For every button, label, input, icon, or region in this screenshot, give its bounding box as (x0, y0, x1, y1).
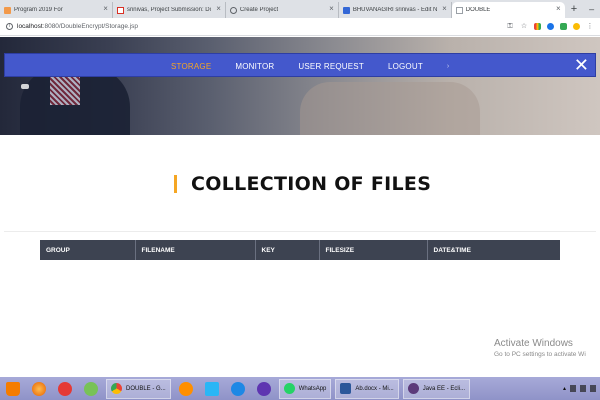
hero-shadow (300, 82, 480, 135)
nav-logout[interactable]: LOGOUT (388, 62, 423, 71)
table-header-row: GROUP FILENAME KEY FILESIZE DATE&TIME (40, 240, 560, 260)
column-header-filename: FILENAME (135, 240, 256, 260)
url-path: :8080/DoubleEncrypt/Storage.jsp (42, 23, 139, 30)
browser-tab-create-project[interactable]: Create Project × (226, 2, 339, 18)
url-host: localhost (17, 23, 43, 30)
browser-tab-edit[interactable]: BHUVANAGIRI srinivas - Edit N × (339, 2, 452, 18)
app-icon[interactable] (253, 379, 275, 399)
column-header-filesize: FILESIZE (319, 240, 428, 260)
gmail-icon (116, 6, 124, 14)
taskbar-chrome-button[interactable]: DOUBLE - G... (106, 378, 171, 399)
firefox-icon[interactable] (28, 379, 50, 399)
taskbar-eclipse-button[interactable]: Java EE - Ecli... (402, 378, 471, 399)
taskbar-button-label: WhatsApp (298, 385, 327, 392)
network-icon[interactable] (570, 385, 576, 392)
battery-icon[interactable] (580, 385, 586, 392)
android-studio-icon[interactable] (80, 379, 102, 399)
star-icon[interactable]: ☆ (520, 23, 528, 31)
page-viewport: STORAGE MONITOR USER REQUEST LOGOUT › ✕ … (0, 37, 600, 377)
column-header-group: GROUP (40, 240, 136, 260)
nav-user-request[interactable]: USER REQUEST (298, 62, 364, 71)
column-header-datetime: DATE&TIME (427, 240, 560, 260)
column-header-key: KEY (255, 240, 320, 260)
key-icon[interactable]: ⚿ (506, 23, 514, 31)
vlc-icon[interactable] (2, 379, 24, 399)
system-tray: ▴ (563, 385, 600, 392)
uc-browser-icon[interactable] (175, 379, 197, 399)
extension-icon[interactable] (547, 23, 554, 30)
watermark-subtitle: Go to PC settings to activate Wi (494, 351, 586, 358)
page-icon (455, 6, 463, 14)
browser-tab-strip: Program 2019 For × srinivas, Project Sub… (0, 0, 600, 18)
eclipse-icon (407, 383, 419, 394)
page-title: COLLECTION OF FILES (191, 173, 432, 195)
taskbar-word-button[interactable]: Ab.docx - Mi... (335, 378, 399, 399)
section-divider (4, 231, 596, 232)
blogger-icon (342, 6, 350, 14)
tab-title: Program 2019 For (14, 7, 63, 13)
address-bar[interactable]: localhost:8080/DoubleEncrypt/Storage.jsp (17, 23, 138, 30)
extension-icon[interactable] (534, 23, 541, 30)
page-heading: COLLECTION OF FILES (174, 173, 431, 195)
minimize-window-icon[interactable]: – (583, 2, 600, 18)
tab-title: DOUBLE (465, 7, 491, 13)
nav-monitor[interactable]: MONITOR (235, 62, 274, 71)
tab-title: BHUVANAGIRI srinivas - Edit N (352, 7, 437, 13)
chrome-icon (111, 383, 122, 394)
hero-tie-pattern (50, 77, 80, 105)
taskbar-button-label: DOUBLE - G... (126, 385, 166, 392)
globe-icon (229, 6, 237, 14)
extension-icon[interactable] (560, 23, 567, 30)
hero-banner (0, 37, 600, 135)
browser-toolbar: i localhost:8080/DoubleEncrypt/Storage.j… (0, 18, 600, 36)
word-icon (340, 383, 352, 394)
close-tab-icon[interactable]: × (216, 5, 221, 13)
main-navbar: STORAGE MONITOR USER REQUEST LOGOUT › ✕ (4, 53, 596, 89)
media-player-icon[interactable] (227, 379, 249, 399)
app-icon[interactable] (54, 379, 76, 399)
browser-tab-gmail[interactable]: srinivas, Project Submission: Do × (113, 2, 226, 18)
close-tab-icon[interactable]: × (103, 5, 108, 13)
tab-title: Create Project (239, 7, 279, 13)
taskbar-button-label: Java EE - Ecli... (422, 385, 466, 392)
browser-tab-double[interactable]: DOUBLE × (451, 2, 565, 18)
windows-taskbar: DOUBLE - G... WhatsApp Ab.docx - Mi... J… (0, 377, 600, 400)
nav-more-icon[interactable]: › (447, 63, 449, 70)
site-info-icon[interactable]: i (6, 23, 13, 30)
heading-accent-bar (174, 175, 177, 193)
favicon-icon (4, 6, 11, 14)
volume-icon[interactable] (590, 385, 596, 392)
new-tab-button[interactable]: + (565, 2, 584, 18)
close-icon[interactable]: ✕ (574, 56, 589, 74)
taskbar-button-label: Ab.docx - Mi... (355, 385, 394, 392)
close-tab-icon[interactable]: × (329, 5, 334, 13)
close-tab-icon[interactable]: × (442, 5, 447, 13)
browser-tab-program[interactable]: Program 2019 For × (0, 2, 113, 18)
activate-windows-watermark: Activate Windows Go to PC settings to ac… (494, 338, 586, 358)
files-table: GROUP FILENAME KEY FILESIZE DATE&TIME (40, 240, 560, 260)
profile-avatar[interactable] (573, 23, 580, 30)
taskbar-whatsapp-button[interactable]: WhatsApp (278, 378, 332, 399)
logo-fragment (21, 84, 29, 89)
more-menu-icon[interactable]: ⋮ (586, 23, 594, 31)
app-icon[interactable] (201, 379, 223, 399)
tray-arrow-icon[interactable]: ▴ (563, 385, 566, 392)
whatsapp-icon (283, 383, 295, 394)
close-tab-icon[interactable]: × (556, 5, 561, 13)
tab-title: srinivas, Project Submission: Do (126, 7, 211, 13)
watermark-title: Activate Windows (494, 338, 573, 349)
nav-storage[interactable]: STORAGE (171, 62, 211, 71)
